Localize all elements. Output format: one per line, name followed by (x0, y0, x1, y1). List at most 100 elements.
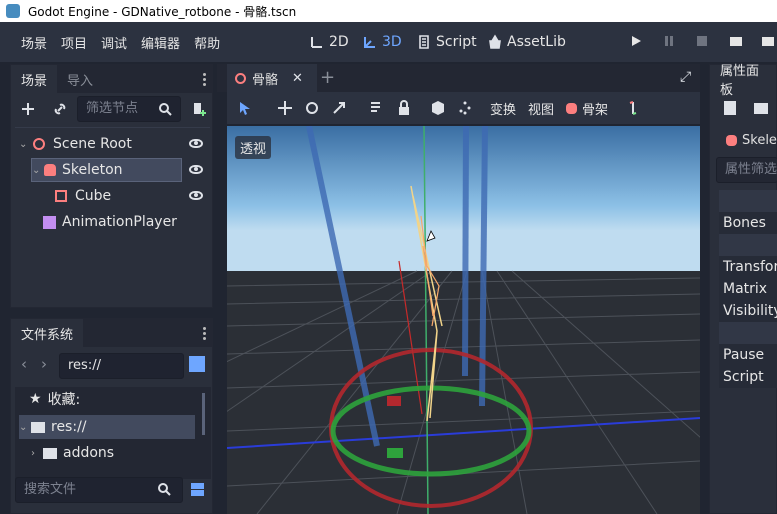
close-icon[interactable]: ✕ (292, 71, 303, 86)
filesystem-dock: 文件系统 ‹ › res:// ★ 收藏: ⌄ res:// › addons … (10, 318, 213, 514)
attach-script-icon[interactable] (191, 101, 207, 117)
tree-row-skeleton[interactable]: ⌄ Skeleton (31, 158, 182, 182)
star-icon: ★ (29, 391, 42, 407)
menu-project[interactable]: 项目 (54, 33, 94, 52)
property-matrix[interactable]: Matrix (719, 278, 777, 300)
menubar: 场景 项目 调试 编辑器 帮助 2D 3D Script AssetLib (0, 22, 777, 62)
animation-player-icon (43, 215, 56, 229)
play-icon[interactable] (629, 34, 643, 48)
lock-icon[interactable] (395, 99, 413, 117)
inspector-section-header[interactable] (719, 190, 777, 212)
property-bones[interactable]: Bones (719, 212, 777, 234)
workspace-2d-button[interactable]: 2D (309, 22, 349, 62)
view-menu[interactable]: 视图 (528, 99, 554, 118)
fullscreen-icon[interactable]: ⤢ (680, 69, 691, 85)
tree-row-scene-root[interactable]: ⌄ Scene Root (19, 132, 209, 156)
filesystem-dock-menu-icon[interactable] (203, 327, 206, 340)
new-tab-icon[interactable]: + (320, 67, 335, 88)
3d-viewport[interactable]: 透视 (227, 126, 700, 514)
window-titlebar: Godot Engine - GDNative_rotbone - 骨骼.tsc… (0, 0, 777, 22)
folder-icon (43, 447, 57, 459)
scale-tool-icon[interactable] (330, 99, 348, 117)
tab-inspector[interactable]: 属性面板 (710, 64, 776, 98)
file-tree-scrollbar[interactable] (202, 393, 205, 435)
select-tool-icon[interactable] (236, 99, 254, 117)
file-tree: ★ 收藏: ⌄ res:// › addons (15, 387, 211, 479)
tab-import[interactable]: 导入 (57, 65, 103, 93)
new-resource-icon[interactable] (724, 101, 736, 115)
res-root-row[interactable]: ⌄ res:// (19, 415, 195, 439)
menu-editor[interactable]: 编辑器 (134, 33, 187, 52)
property-transform[interactable]: Transfor (719, 256, 777, 278)
workspace-assetlib-label: AssetLib (507, 34, 566, 50)
chevron-down-icon: ⌄ (32, 164, 41, 176)
node-label-scene-root: Scene Root (53, 136, 132, 152)
workspace-3d-button[interactable]: 3D (362, 22, 402, 62)
dock-divider[interactable] (700, 64, 709, 514)
favorites-row[interactable]: ★ 收藏: (29, 387, 80, 411)
property-filter-input[interactable]: 属性筛选 (716, 157, 777, 183)
folder-icon (31, 421, 45, 433)
workspace-script-label: Script (436, 34, 477, 50)
tab-scene[interactable]: 场景 (11, 65, 58, 93)
3d-icon (364, 37, 375, 48)
visibility-eye-icon[interactable] (189, 165, 203, 174)
workspace-script-button[interactable]: Script (416, 22, 477, 62)
menu-help[interactable]: 帮助 (187, 33, 227, 52)
play-scene-icon[interactable] (729, 34, 743, 48)
play-custom-scene-icon[interactable] (761, 34, 775, 48)
property-pause[interactable]: Pause (719, 344, 777, 366)
perspective-menu[interactable]: 透视 (235, 136, 272, 159)
workspace-assetlib-button[interactable]: AssetLib (487, 22, 566, 62)
skeleton-icon (566, 102, 578, 114)
pause-icon[interactable] (662, 34, 676, 48)
property-visibility[interactable]: Visibility (719, 300, 777, 322)
list-select-icon[interactable] (368, 99, 386, 117)
menu-debug[interactable]: 调试 (94, 33, 134, 52)
node3d-icon (33, 138, 45, 150)
scene-tab[interactable]: 骨骼 ✕ (227, 64, 317, 92)
inspector-section-header[interactable] (719, 234, 777, 256)
tree-row-cube[interactable]: Cube (55, 184, 185, 208)
2d-icon (311, 37, 322, 48)
res-root-label: res:// (51, 419, 87, 435)
split-mode-icon[interactable] (189, 356, 205, 372)
open-resource-icon[interactable] (754, 103, 768, 114)
rotate-tool-icon[interactable] (303, 99, 321, 117)
scene-dock: 场景 导入 筛选节点 ⌄ Scene Root ⌄ Skeleton Cube … (10, 64, 213, 308)
inspector-section-header[interactable] (719, 322, 777, 344)
chevron-right-icon: › (31, 447, 35, 459)
tab-filesystem[interactable]: 文件系统 (11, 319, 84, 347)
forward-icon[interactable]: › (41, 355, 47, 373)
mesh-instance-icon (55, 190, 67, 202)
tree-row-animation-player[interactable]: AnimationPlayer (43, 210, 203, 234)
move-tool-icon[interactable] (276, 99, 294, 117)
back-icon[interactable]: ‹ (21, 355, 27, 373)
gizmo-axis-icon[interactable] (624, 99, 642, 117)
window-title: Godot Engine - GDNative_rotbone - 骨骼.tsc… (28, 4, 297, 19)
stop-icon[interactable] (695, 34, 709, 48)
scene-dock-menu-icon[interactable] (203, 73, 206, 86)
group-icon[interactable] (429, 99, 447, 117)
snap-icon[interactable] (456, 99, 474, 117)
menu-scene[interactable]: 场景 (14, 33, 54, 52)
favorites-label: 收藏: (47, 392, 81, 408)
skeleton-icon (44, 164, 56, 176)
inspected-object[interactable]: Skelet (726, 133, 777, 148)
transform-menu[interactable]: 变换 (490, 99, 516, 118)
addons-folder-row[interactable]: › addons (31, 441, 114, 465)
skeleton-menu[interactable]: 骨架 (566, 99, 608, 118)
script-icon (419, 35, 429, 49)
tree-divider (15, 127, 210, 128)
grid-view-icon[interactable] (191, 483, 204, 496)
add-node-icon[interactable] (20, 101, 36, 117)
viewport-scene[interactable] (227, 126, 700, 514)
path-input[interactable]: res:// (59, 353, 184, 379)
visibility-eye-icon[interactable] (189, 191, 203, 200)
visibility-eye-icon[interactable] (189, 139, 203, 148)
property-script[interactable]: Script (719, 366, 777, 388)
scene-tab-label: 骨骼 (252, 72, 279, 88)
node3d-icon (235, 72, 246, 84)
search-icon (159, 103, 172, 116)
instance-scene-icon[interactable] (52, 101, 68, 117)
